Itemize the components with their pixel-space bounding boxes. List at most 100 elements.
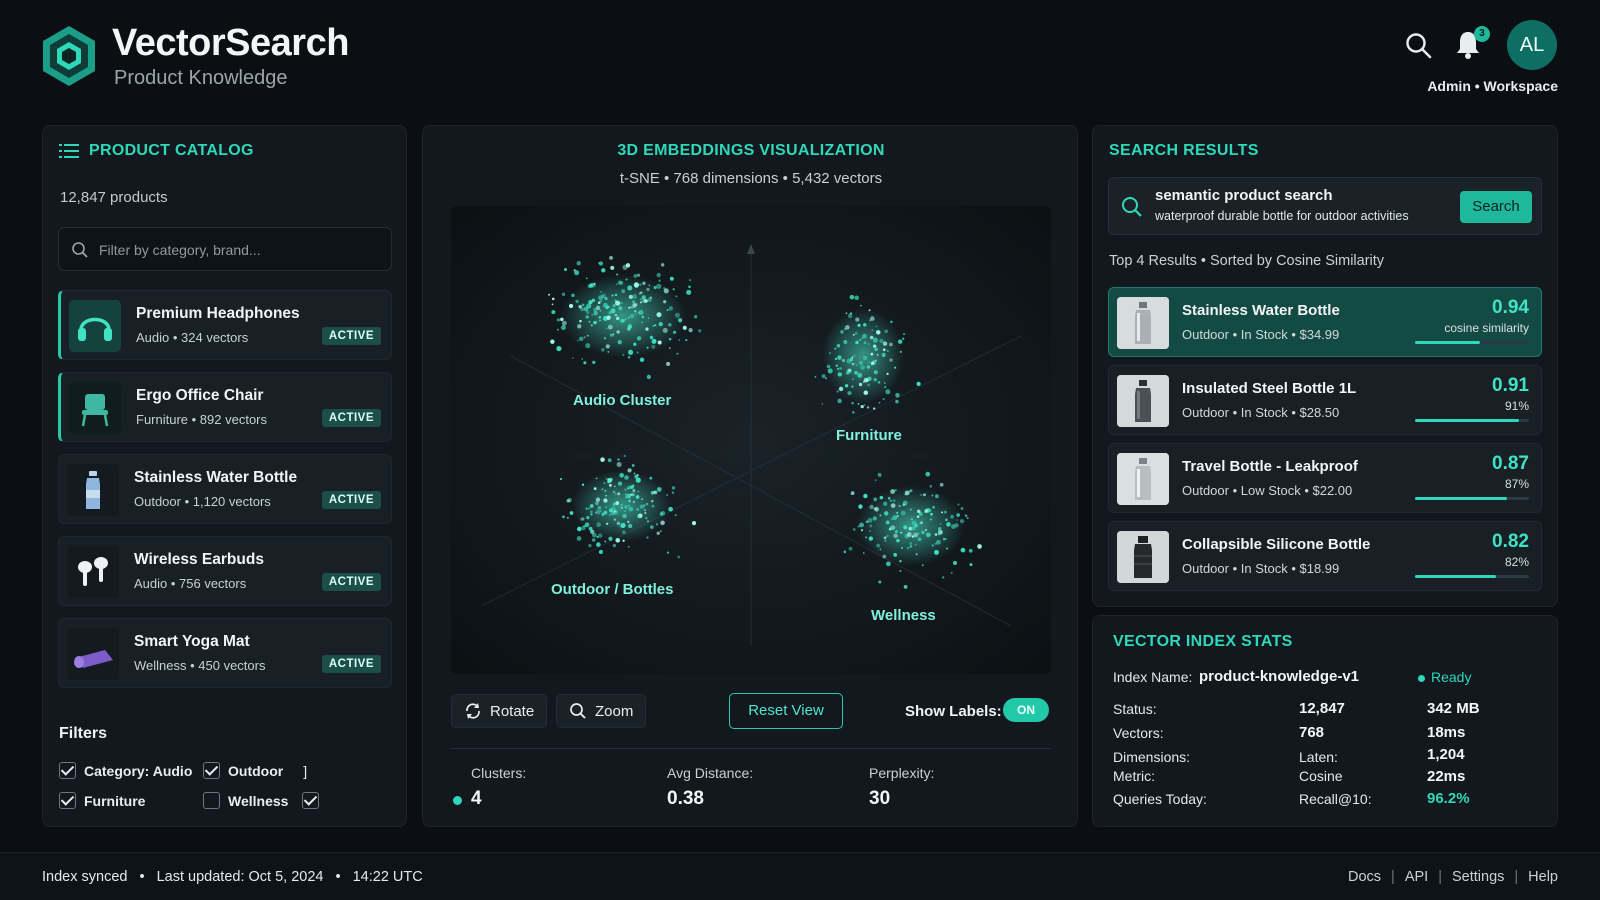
embedding-point <box>624 493 627 496</box>
embedding-point <box>612 490 616 494</box>
embedding-point <box>588 320 591 323</box>
embedding-point <box>583 336 586 339</box>
rotate-button[interactable]: Rotate <box>451 694 548 728</box>
embedding-point <box>844 340 847 342</box>
filter-wellness[interactable]: Wellness <box>203 792 320 809</box>
separator: | <box>1438 869 1442 885</box>
embedding-point <box>860 304 862 307</box>
show-labels-toggle[interactable]: ON <box>1003 698 1049 722</box>
embedding-point <box>556 345 562 352</box>
api-link[interactable]: API <box>1405 869 1428 885</box>
search-icon[interactable] <box>1404 31 1434 61</box>
docs-link[interactable]: Docs <box>1348 869 1381 885</box>
embedding-point <box>882 398 885 401</box>
user-workspace-label[interactable]: Admin • Workspace <box>1427 78 1558 94</box>
list-item[interactable]: Smart Yoga Mat Wellness • 450 vectors AC… <box>58 618 392 688</box>
catalog-filter-input[interactable]: Filter by category, brand... <box>58 227 392 271</box>
similarity-score: 0.82 <box>1492 531 1529 552</box>
embedding-point <box>668 323 672 327</box>
embedding-point <box>931 494 934 497</box>
embedding-point <box>851 401 854 405</box>
embedding-point <box>623 454 627 458</box>
list-item[interactable]: Premium Headphones Audio • 324 vectors A… <box>58 290 392 360</box>
yoga-mat-icon <box>67 628 119 680</box>
checkbox[interactable] <box>302 792 320 809</box>
embedding-point <box>893 533 898 538</box>
result-meta: Outdoor • In Stock • $18.99 <box>1182 561 1340 576</box>
embedding-point <box>688 285 691 289</box>
result-item[interactable]: Insulated Steel Bottle 1L Outdoor • In S… <box>1108 365 1542 435</box>
checkbox[interactable] <box>203 762 220 779</box>
embedding-point <box>668 347 671 350</box>
list-item[interactable]: Ergo Office Chair Furniture • 892 vector… <box>58 372 392 442</box>
embedding-point <box>586 334 589 337</box>
embedding-point <box>595 509 601 515</box>
cluster-glow <box>571 470 671 542</box>
embedding-point <box>873 344 877 348</box>
embedding-point <box>870 361 875 366</box>
embedding-point <box>894 489 897 492</box>
embedding-point <box>884 386 887 389</box>
embedding-point <box>874 359 877 362</box>
search-button[interactable]: Search <box>1460 191 1532 223</box>
stat-label: Vectors: <box>1113 725 1164 741</box>
settings-link[interactable]: Settings <box>1452 869 1504 885</box>
semantic-search-input[interactable]: semantic product search waterproof durab… <box>1108 177 1542 235</box>
result-item[interactable]: Travel Bottle - Leakproof Outdoor • Low … <box>1108 443 1542 513</box>
last-updated: Last updated: Oct 5, 2024 <box>156 869 324 885</box>
embedding-point <box>576 536 582 541</box>
embedding-point <box>579 336 584 342</box>
embedding-point <box>639 357 645 362</box>
embedding-point <box>592 360 596 365</box>
embedding-point <box>857 403 860 405</box>
embedding-plot[interactable]: Audio Cluster Furniture Outdoor / Bottle… <box>451 206 1051 674</box>
embedding-point <box>580 307 585 312</box>
filter-outdoor[interactable]: Outdoor ] <box>203 762 307 779</box>
embedding-point <box>666 493 669 496</box>
result-item[interactable]: Stainless Water Bottle Outdoor • In Stoc… <box>1108 287 1542 357</box>
filter-category-audio[interactable]: Category: Audio <box>59 762 192 779</box>
filter-furniture[interactable]: Furniture <box>59 792 145 809</box>
help-link[interactable]: Help <box>1528 869 1558 885</box>
embedding-point <box>942 538 946 541</box>
reset-view-button[interactable]: Reset View <box>729 693 843 729</box>
search-query-value[interactable]: waterproof durable bottle for outdoor ac… <box>1155 209 1409 223</box>
list-item[interactable]: Stainless Water Bottle Outdoor • 1,120 v… <box>58 454 392 524</box>
embedding-point <box>934 494 939 499</box>
embedding-point <box>622 353 625 357</box>
cluster-label: Wellness <box>871 607 936 624</box>
status-badge: ACTIVE <box>321 573 381 591</box>
checkbox[interactable] <box>203 792 220 809</box>
embedding-point <box>915 553 918 556</box>
embedding-point <box>562 515 565 519</box>
checkbox[interactable] <box>59 762 76 779</box>
similarity-bar <box>1415 341 1529 344</box>
product-catalog-panel: PRODUCT CATALOG 12,847 products Filter b… <box>42 125 407 827</box>
embedding-point <box>641 498 643 500</box>
scatter-canvas[interactable] <box>451 206 1051 674</box>
embedding-point <box>934 549 939 555</box>
embedding-point <box>647 317 650 319</box>
avatar[interactable]: AL <box>1507 20 1557 70</box>
zoom-button[interactable]: Zoom <box>556 694 647 728</box>
embedding-point <box>879 548 882 551</box>
embedding-point <box>639 297 643 301</box>
embedding-point <box>560 325 566 331</box>
embedding-point <box>937 526 942 531</box>
embedding-point <box>636 508 640 511</box>
embedding-point <box>900 510 906 516</box>
result-item[interactable]: Collapsible Silicone Bottle Outdoor • In… <box>1108 521 1542 591</box>
embedding-point <box>617 339 622 345</box>
embedding-point <box>914 543 917 546</box>
product-name: Ergo Office Chair <box>136 387 264 404</box>
embedding-point <box>678 339 681 341</box>
embedding-point <box>934 533 938 536</box>
zoom-label: Zoom <box>595 702 634 720</box>
embedding-point <box>884 539 887 543</box>
show-labels-label: Show Labels: <box>905 703 1002 720</box>
embedding-point <box>942 576 945 579</box>
list-item[interactable]: Wireless Earbuds Audio • 756 vectors ACT… <box>58 536 392 606</box>
embedding-point <box>889 358 893 362</box>
checkbox[interactable] <box>59 792 76 809</box>
embedding-point <box>607 351 610 353</box>
